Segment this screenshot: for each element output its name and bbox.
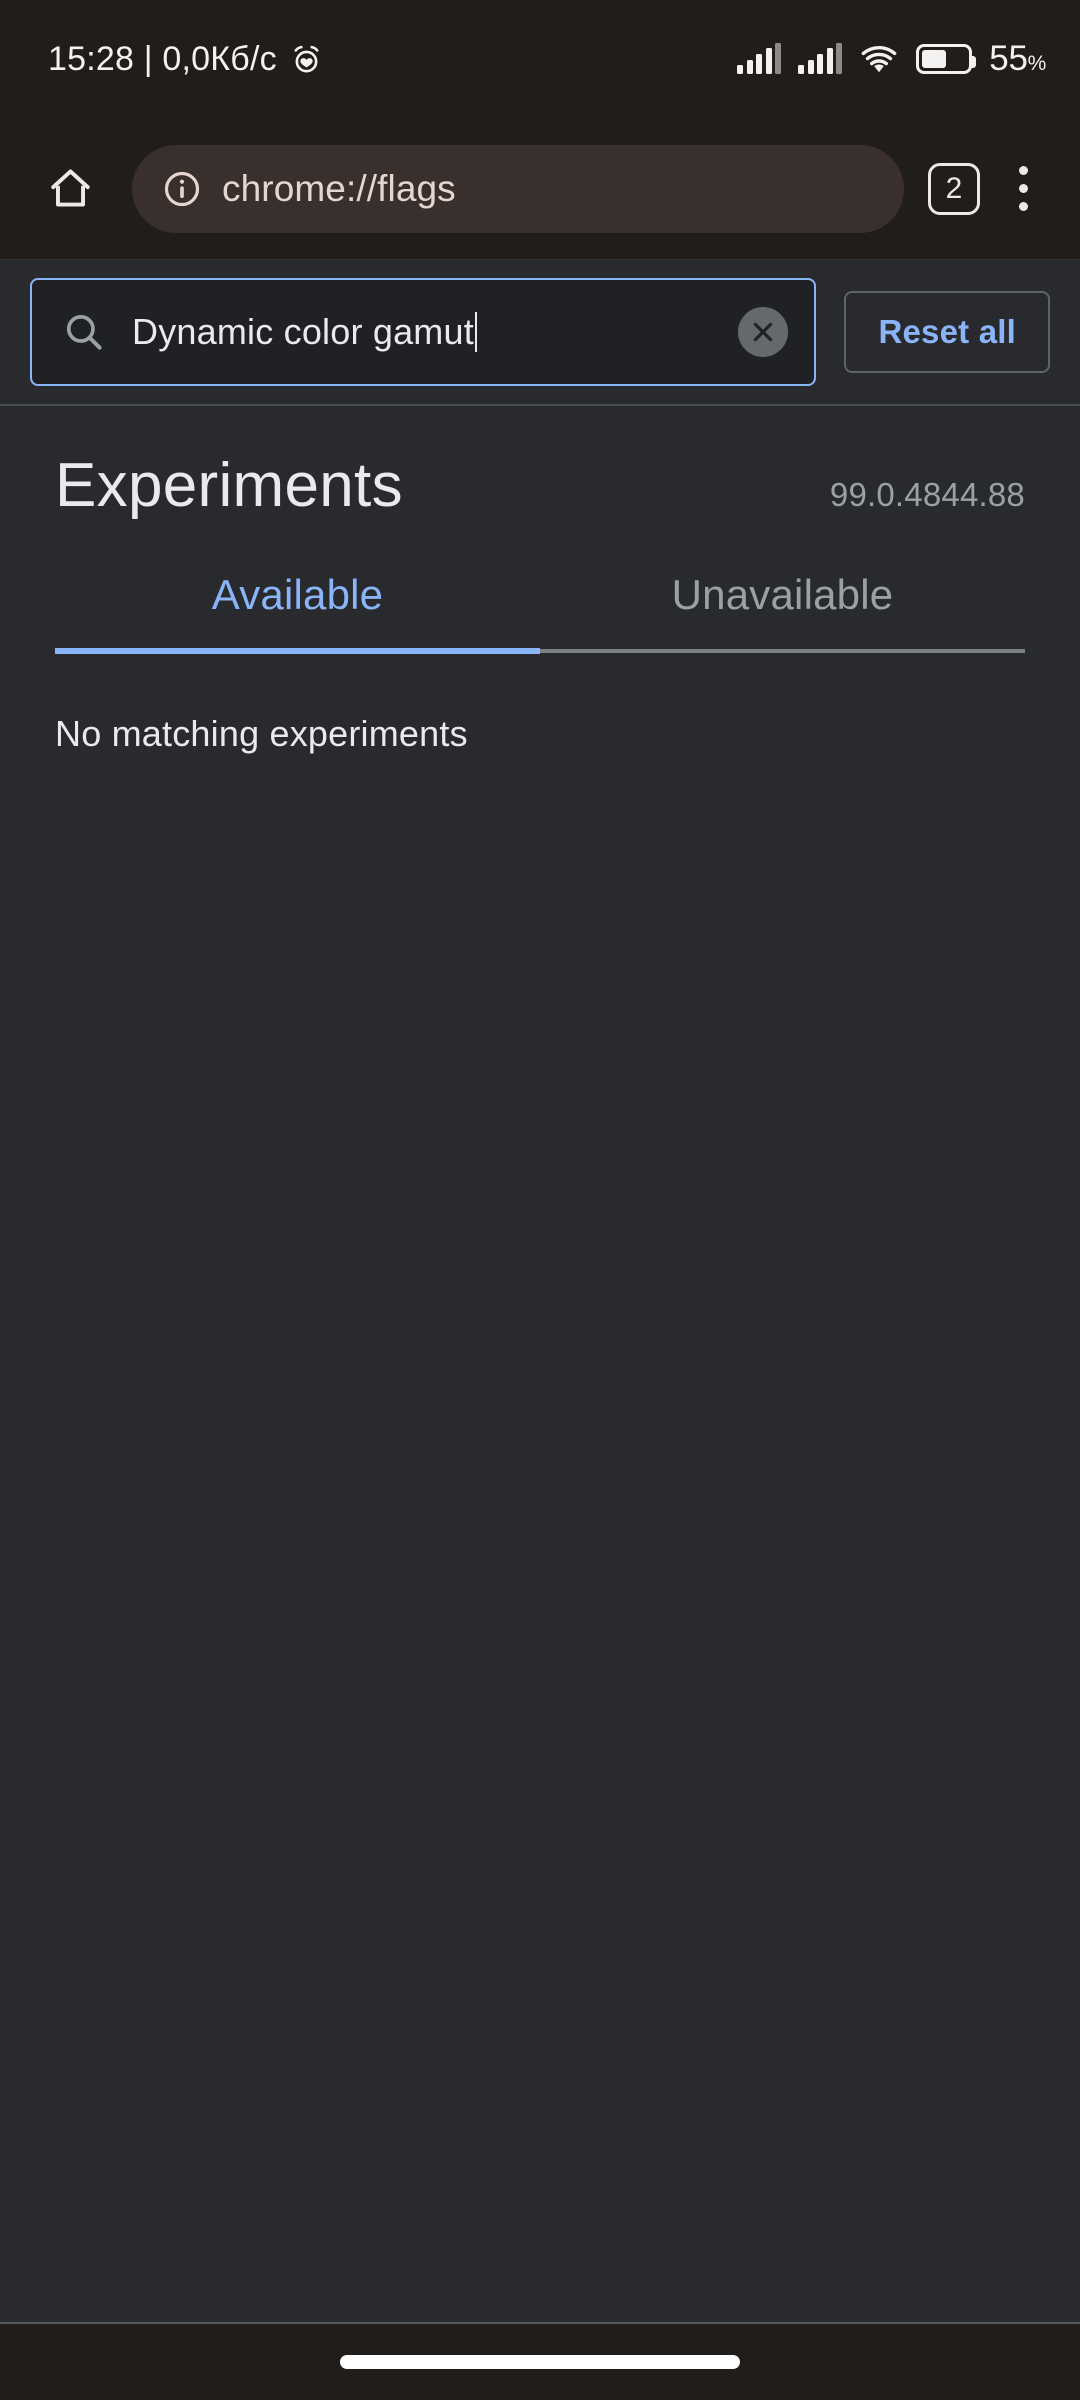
home-icon: [50, 169, 90, 207]
reset-all-button[interactable]: Reset all: [844, 291, 1050, 373]
page-header: Experiments 99.0.4844.88: [0, 408, 1080, 521]
status-bar-right: 55%: [737, 39, 1046, 79]
system-navigation-bar: [0, 2322, 1080, 2400]
page-title: Experiments: [55, 451, 403, 520]
search-query-text: Dynamic color gamut: [132, 311, 474, 352]
more-vertical-icon[interactable]: [990, 156, 1056, 222]
status-bar: 15:28 | 0,0Кб/с 55%: [0, 0, 1080, 118]
tab-count-label: 2: [945, 171, 963, 205]
cellular-signal-icon: [798, 43, 843, 74]
version-label: 99.0.4844.88: [829, 476, 1025, 513]
gesture-nav-pill[interactable]: [340, 2355, 740, 2369]
url-text: chrome://flags: [222, 167, 456, 209]
home-button[interactable]: [34, 153, 106, 225]
page-info-icon[interactable]: [162, 169, 202, 209]
search-input[interactable]: Dynamic color gamut: [30, 278, 817, 386]
battery-percent-value: 55: [989, 39, 1028, 78]
tab-selected-indicator: [55, 648, 540, 654]
search-icon: [66, 314, 102, 350]
battery-icon: [916, 44, 977, 74]
reset-all-label: Reset all: [878, 313, 1016, 350]
tab-available-label: Available: [211, 571, 384, 618]
alarm-clock-icon: [294, 45, 319, 72]
tab-unavailable-label: Unavailable: [671, 571, 894, 618]
battery-percent-symbol: %: [1027, 52, 1047, 75]
status-clock-network-label: 15:28 | 0,0Кб/с: [48, 39, 277, 78]
tab-unavailable[interactable]: Unavailable: [540, 571, 1025, 649]
tab-available[interactable]: Available: [55, 571, 540, 649]
flags-search-row: Dynamic color gamut Reset all: [0, 260, 1080, 406]
flags-page-content: Experiments 99.0.4844.88 Available Unava…: [0, 408, 1080, 2400]
battery-percent-label: 55%: [989, 39, 1046, 79]
status-bar-left: 15:28 | 0,0Кб/с: [48, 40, 323, 79]
cellular-signal-icon: [737, 43, 782, 74]
browser-toolbar: chrome://flags 2: [0, 118, 1080, 260]
empty-state-message: No matching experiments: [55, 713, 468, 754]
search-input-value: Dynamic color gamut: [132, 311, 712, 353]
clear-search-button[interactable]: [738, 307, 789, 357]
clear-close-icon: [754, 322, 773, 342]
tab-underline: [55, 648, 1025, 654]
url-bar[interactable]: chrome://flags: [132, 144, 904, 233]
text-cursor: [474, 312, 477, 352]
wifi-icon: [861, 45, 897, 72]
tab-bar: Available Unavailable: [0, 571, 1080, 649]
tab-switcher-button[interactable]: 2: [928, 162, 980, 215]
